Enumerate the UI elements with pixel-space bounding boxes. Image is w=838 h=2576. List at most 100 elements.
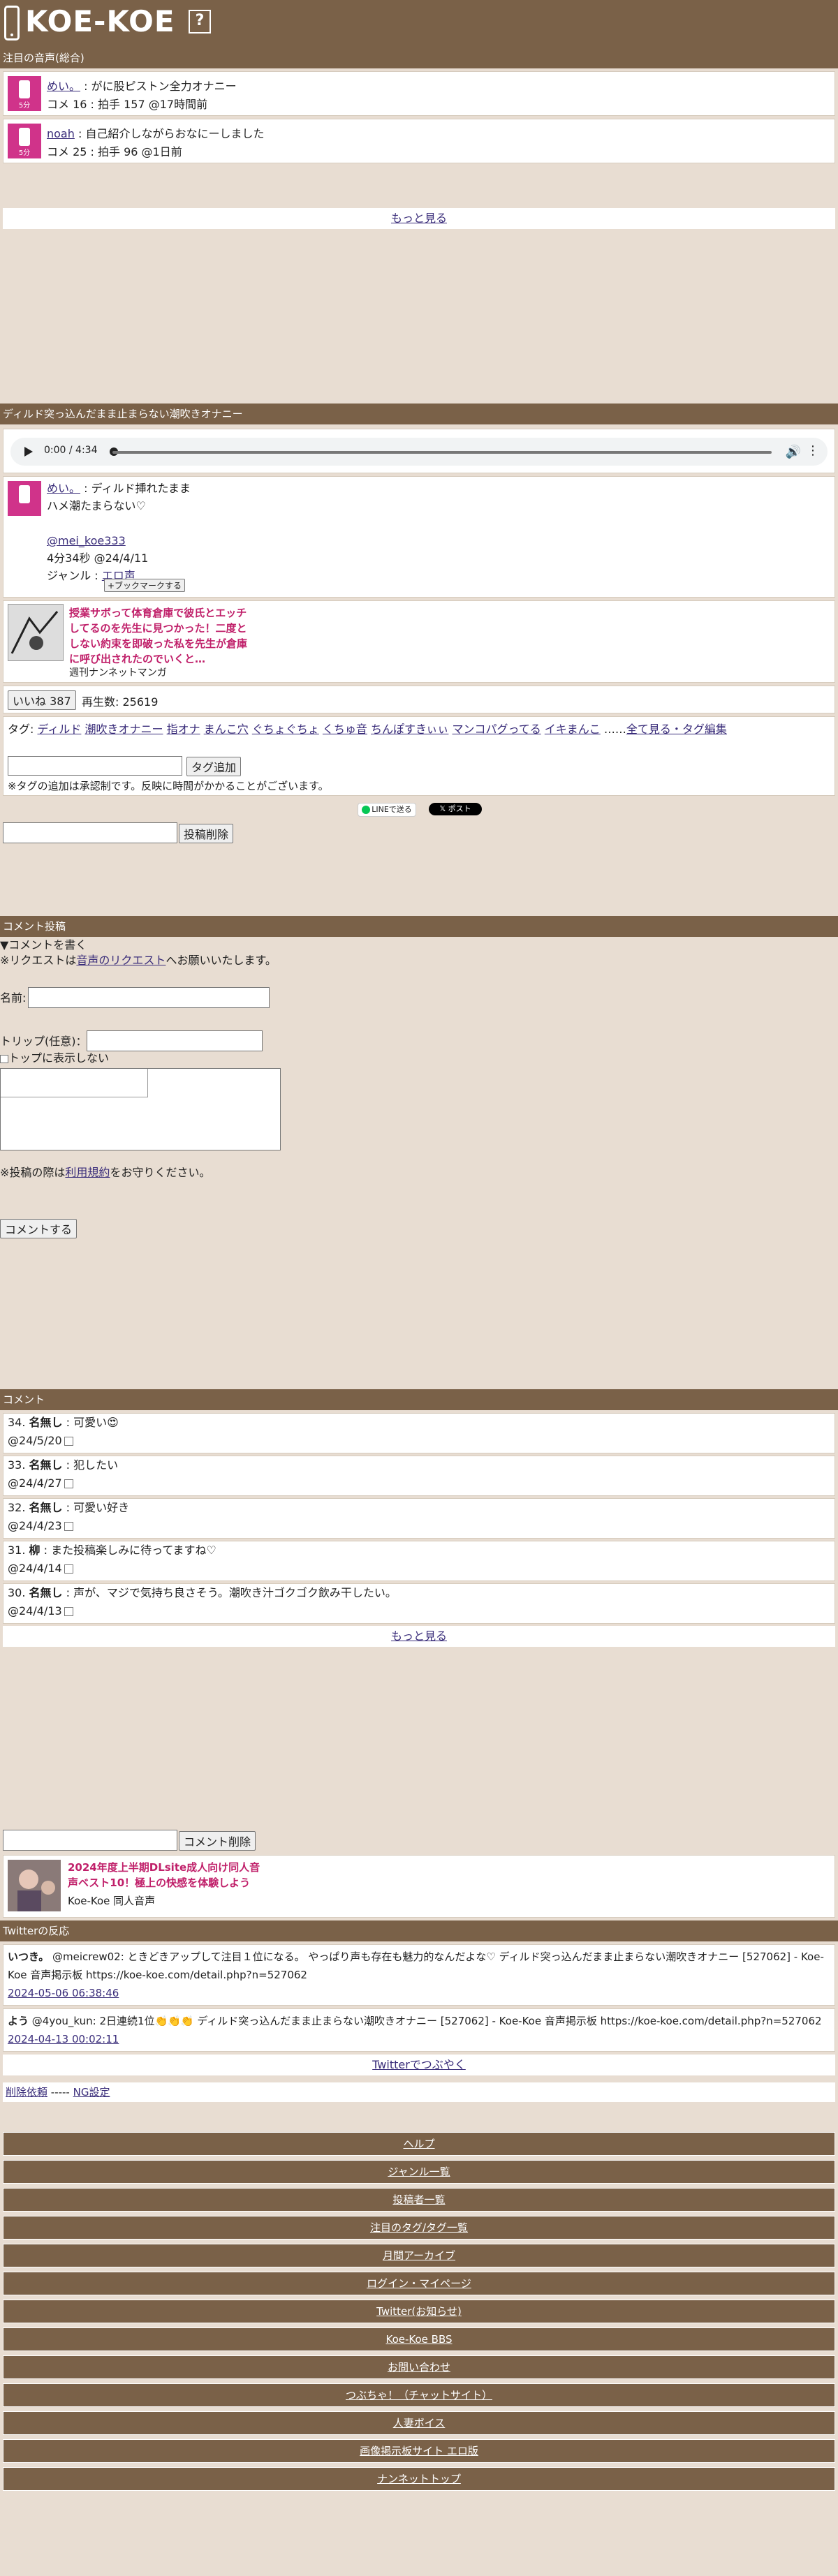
footer-nav-item[interactable]: ヘルプ <box>3 2132 835 2156</box>
featured-item[interactable]: 5分 めい。 : がに股ピストン全力オナニー コメ 16 : 拍手 157 @1… <box>3 71 835 116</box>
post-detail: めい。 : ディルド挿れたまま ハメ潮たまらない♡ @mei_koe333 4分… <box>3 476 835 598</box>
manga-ad-title[interactable]: 授業サボって体育倉庫で彼氏とエッチしてるのを先生に見つかった！二度としない約束を… <box>69 605 251 667</box>
misc-links: 削除依頼 ----- NG設定 <box>3 2082 835 2102</box>
comment-textarea[interactable] <box>0 1068 281 1150</box>
comment-date: @24/4/14 <box>8 1562 62 1575</box>
rules-link[interactable]: 利用規約 <box>65 1166 110 1179</box>
manga-ad[interactable]: 授業サボって体育倉庫で彼氏とエッチしてるのを先生に見つかった！二度としない約束を… <box>3 600 835 683</box>
comment-toggle[interactable]: ▼コメントを書く <box>0 937 87 954</box>
trip-input[interactable] <box>87 1030 263 1051</box>
site-header: KOE-KOE ? <box>0 0 838 47</box>
comment-text: : 可愛い好き <box>66 1501 130 1514</box>
featured-thumbnail[interactable]: 5分 <box>8 124 41 158</box>
footer-nav-item[interactable]: つぶちゃ！（チャットサイト） <box>3 2383 835 2407</box>
tag-input[interactable] <box>8 756 182 776</box>
tag-link[interactable]: 指オナ <box>167 723 200 736</box>
report-checkbox-icon[interactable] <box>64 1564 73 1574</box>
comment-date: @24/4/23 <box>8 1519 62 1532</box>
delete-request-link[interactable]: 削除依頼 <box>6 2086 47 2098</box>
like-bar: いいね 387 再生数: 25619 <box>3 686 835 713</box>
tag-add-button[interactable]: タグ追加 <box>186 757 242 776</box>
comment-item: 34. 名無し : 可愛い😍 @24/5/20 <box>3 1413 835 1453</box>
footer-nav-item[interactable]: Twitter(お知らせ) <box>3 2300 835 2323</box>
featured-more-link[interactable]: もっと見る <box>3 208 835 229</box>
line-share-button[interactable]: LINEで送る <box>358 803 416 817</box>
audio-player[interactable]: 0:00 / 4:34 🔊 ⋮ <box>10 438 828 466</box>
post-delete-button[interactable]: 投稿削除 <box>179 824 234 843</box>
report-checkbox-icon[interactable] <box>64 1437 73 1446</box>
footer-nav-item[interactable]: ジャンル一覧 <box>3 2160 835 2184</box>
volume-icon[interactable]: 🔊 <box>786 445 801 459</box>
tags-all-link[interactable]: 全て見る・タグ編集 <box>626 723 727 736</box>
footer-nav-item[interactable]: Koe-Koe BBS <box>3 2327 835 2351</box>
comment-item: 31. 柳 : また投稿楽しみに待ってますね♡ @24/4/14 <box>3 1541 835 1581</box>
name-input[interactable] <box>28 987 270 1008</box>
footer-nav-item[interactable]: 人妻ボイス <box>3 2411 835 2435</box>
post-user-link[interactable]: めい。 <box>47 482 80 495</box>
play-icon[interactable] <box>24 447 33 457</box>
comment-text: : また投稿楽しみに待ってますね♡ <box>43 1544 216 1557</box>
tag-link[interactable]: ディルド <box>38 723 82 736</box>
help-icon[interactable]: ? <box>189 10 211 34</box>
comment-author: 名無し <box>29 1416 63 1429</box>
comment-item: 33. 名無し : 犯したい @24/4/27 <box>3 1456 835 1496</box>
comment-author: 名無し <box>29 1586 63 1599</box>
comment-delete-button[interactable]: コメント削除 <box>179 1831 256 1851</box>
report-checkbox-icon[interactable] <box>64 1607 73 1616</box>
featured-meta: コメ 16 : 拍手 157 @17時間前 <box>47 98 208 111</box>
promo-thumbnail[interactable] <box>8 1860 61 1911</box>
comment-delete-password[interactable] <box>3 1830 177 1851</box>
comment-form-title: コメント投稿 <box>0 916 838 937</box>
footer-nav-item[interactable]: ナンネットトップ <box>3 2467 835 2491</box>
hide-top-checkbox[interactable] <box>0 1054 8 1063</box>
post-user-thumbnail[interactable] <box>8 481 41 516</box>
footer-nav-item[interactable]: 投稿者一覧 <box>3 2188 835 2212</box>
tweet-date-link[interactable]: 2024-04-13 00:02:11 <box>8 2033 119 2045</box>
post-handle-link[interactable]: @mei_koe333 <box>47 534 126 547</box>
tag-link[interactable]: まんこ穴 <box>204 723 249 736</box>
tag-link[interactable]: マンコパグってる <box>453 723 541 736</box>
tag-link[interactable]: イキまんこ <box>545 723 601 736</box>
featured-user-link[interactable]: noah <box>47 127 75 140</box>
play-count: 再生数: 25619 <box>82 695 159 709</box>
footer-nav-item[interactable]: 画像掲示板サイト エロ版 <box>3 2439 835 2463</box>
tweet-date-link[interactable]: 2024-05-06 06:38:46 <box>8 1987 119 1999</box>
featured-item[interactable]: 5分 noah : 自己紹介しながらおなにーしました コメ 25 : 拍手 96… <box>3 119 835 163</box>
site-logo[interactable]: KOE-KOE <box>25 4 175 38</box>
promo-banner[interactable]: 2024年度上半期DLsite成人向け同人音 声ベスト10！極上の快感を体験しよ… <box>3 1855 835 1918</box>
comments-more-link[interactable]: もっと見る <box>3 1626 835 1647</box>
promo-title-line1[interactable]: 2024年度上半期DLsite成人向け同人音 <box>68 1860 260 1875</box>
footer-nav-item[interactable]: 月間アーカイブ <box>3 2244 835 2267</box>
featured-section-title: 注目の音声(総合) <box>0 47 838 68</box>
more-options-icon[interactable]: ⋮ <box>807 443 819 458</box>
post-delete-password[interactable] <box>3 822 177 843</box>
tag-link[interactable]: 潮吹きオナニー <box>84 723 163 736</box>
manga-ad-source: 週刊ナンネットマンガ <box>69 667 167 679</box>
seek-bar[interactable] <box>112 451 772 454</box>
like-button[interactable]: いいね 387 <box>8 690 76 710</box>
ng-settings-link[interactable]: NG設定 <box>73 2086 110 2098</box>
tweet-user: いつき。 <box>8 1950 50 1963</box>
report-checkbox-icon[interactable] <box>64 1522 73 1531</box>
tag-link[interactable]: ちんぽすきぃぃ <box>371 723 448 736</box>
tag-link[interactable]: くちゅ音 <box>323 723 367 736</box>
phone-logo-icon[interactable] <box>4 6 20 40</box>
manga-ad-thumbnail[interactable] <box>8 604 64 661</box>
report-checkbox-icon[interactable] <box>64 1479 73 1488</box>
post-desc-line2: ハメ潮たまらない♡ <box>47 499 146 512</box>
tweet-link[interactable]: Twitterでつぶやく <box>3 2055 835 2075</box>
comment-item: 30. 名無し : 声が、マジで気持ち良さそう。潮吹き汁ゴクゴク飲み干したい。 @… <box>3 1583 835 1624</box>
tag-link[interactable]: ぐちょぐちょ <box>252 723 319 736</box>
request-link[interactable]: 音声のリクエスト <box>76 954 166 967</box>
name-label: 名前: <box>0 991 27 1005</box>
promo-title-line2[interactable]: 声ベスト10！極上の快感を体験しよう <box>68 1875 250 1890</box>
bookmark-button[interactable]: +ブックマークする <box>104 579 186 592</box>
featured-thumbnail[interactable]: 5分 <box>8 76 41 111</box>
tag-area: タグ: ディルド 潮吹きオナニー 指オナ まんこ穴 ぐちょぐちょ くちゅ音 ちん… <box>3 716 835 796</box>
featured-user-link[interactable]: めい。 <box>47 80 80 93</box>
footer-nav-item[interactable]: お問い合わせ <box>3 2355 835 2379</box>
footer-nav-item[interactable]: 注目のタグ/タグ一覧 <box>3 2216 835 2240</box>
comment-submit-button[interactable]: コメントする <box>0 1219 78 1238</box>
x-post-button[interactable]: 𝕏 ポスト <box>429 803 482 815</box>
footer-nav-item[interactable]: ログイン・マイページ <box>3 2272 835 2295</box>
